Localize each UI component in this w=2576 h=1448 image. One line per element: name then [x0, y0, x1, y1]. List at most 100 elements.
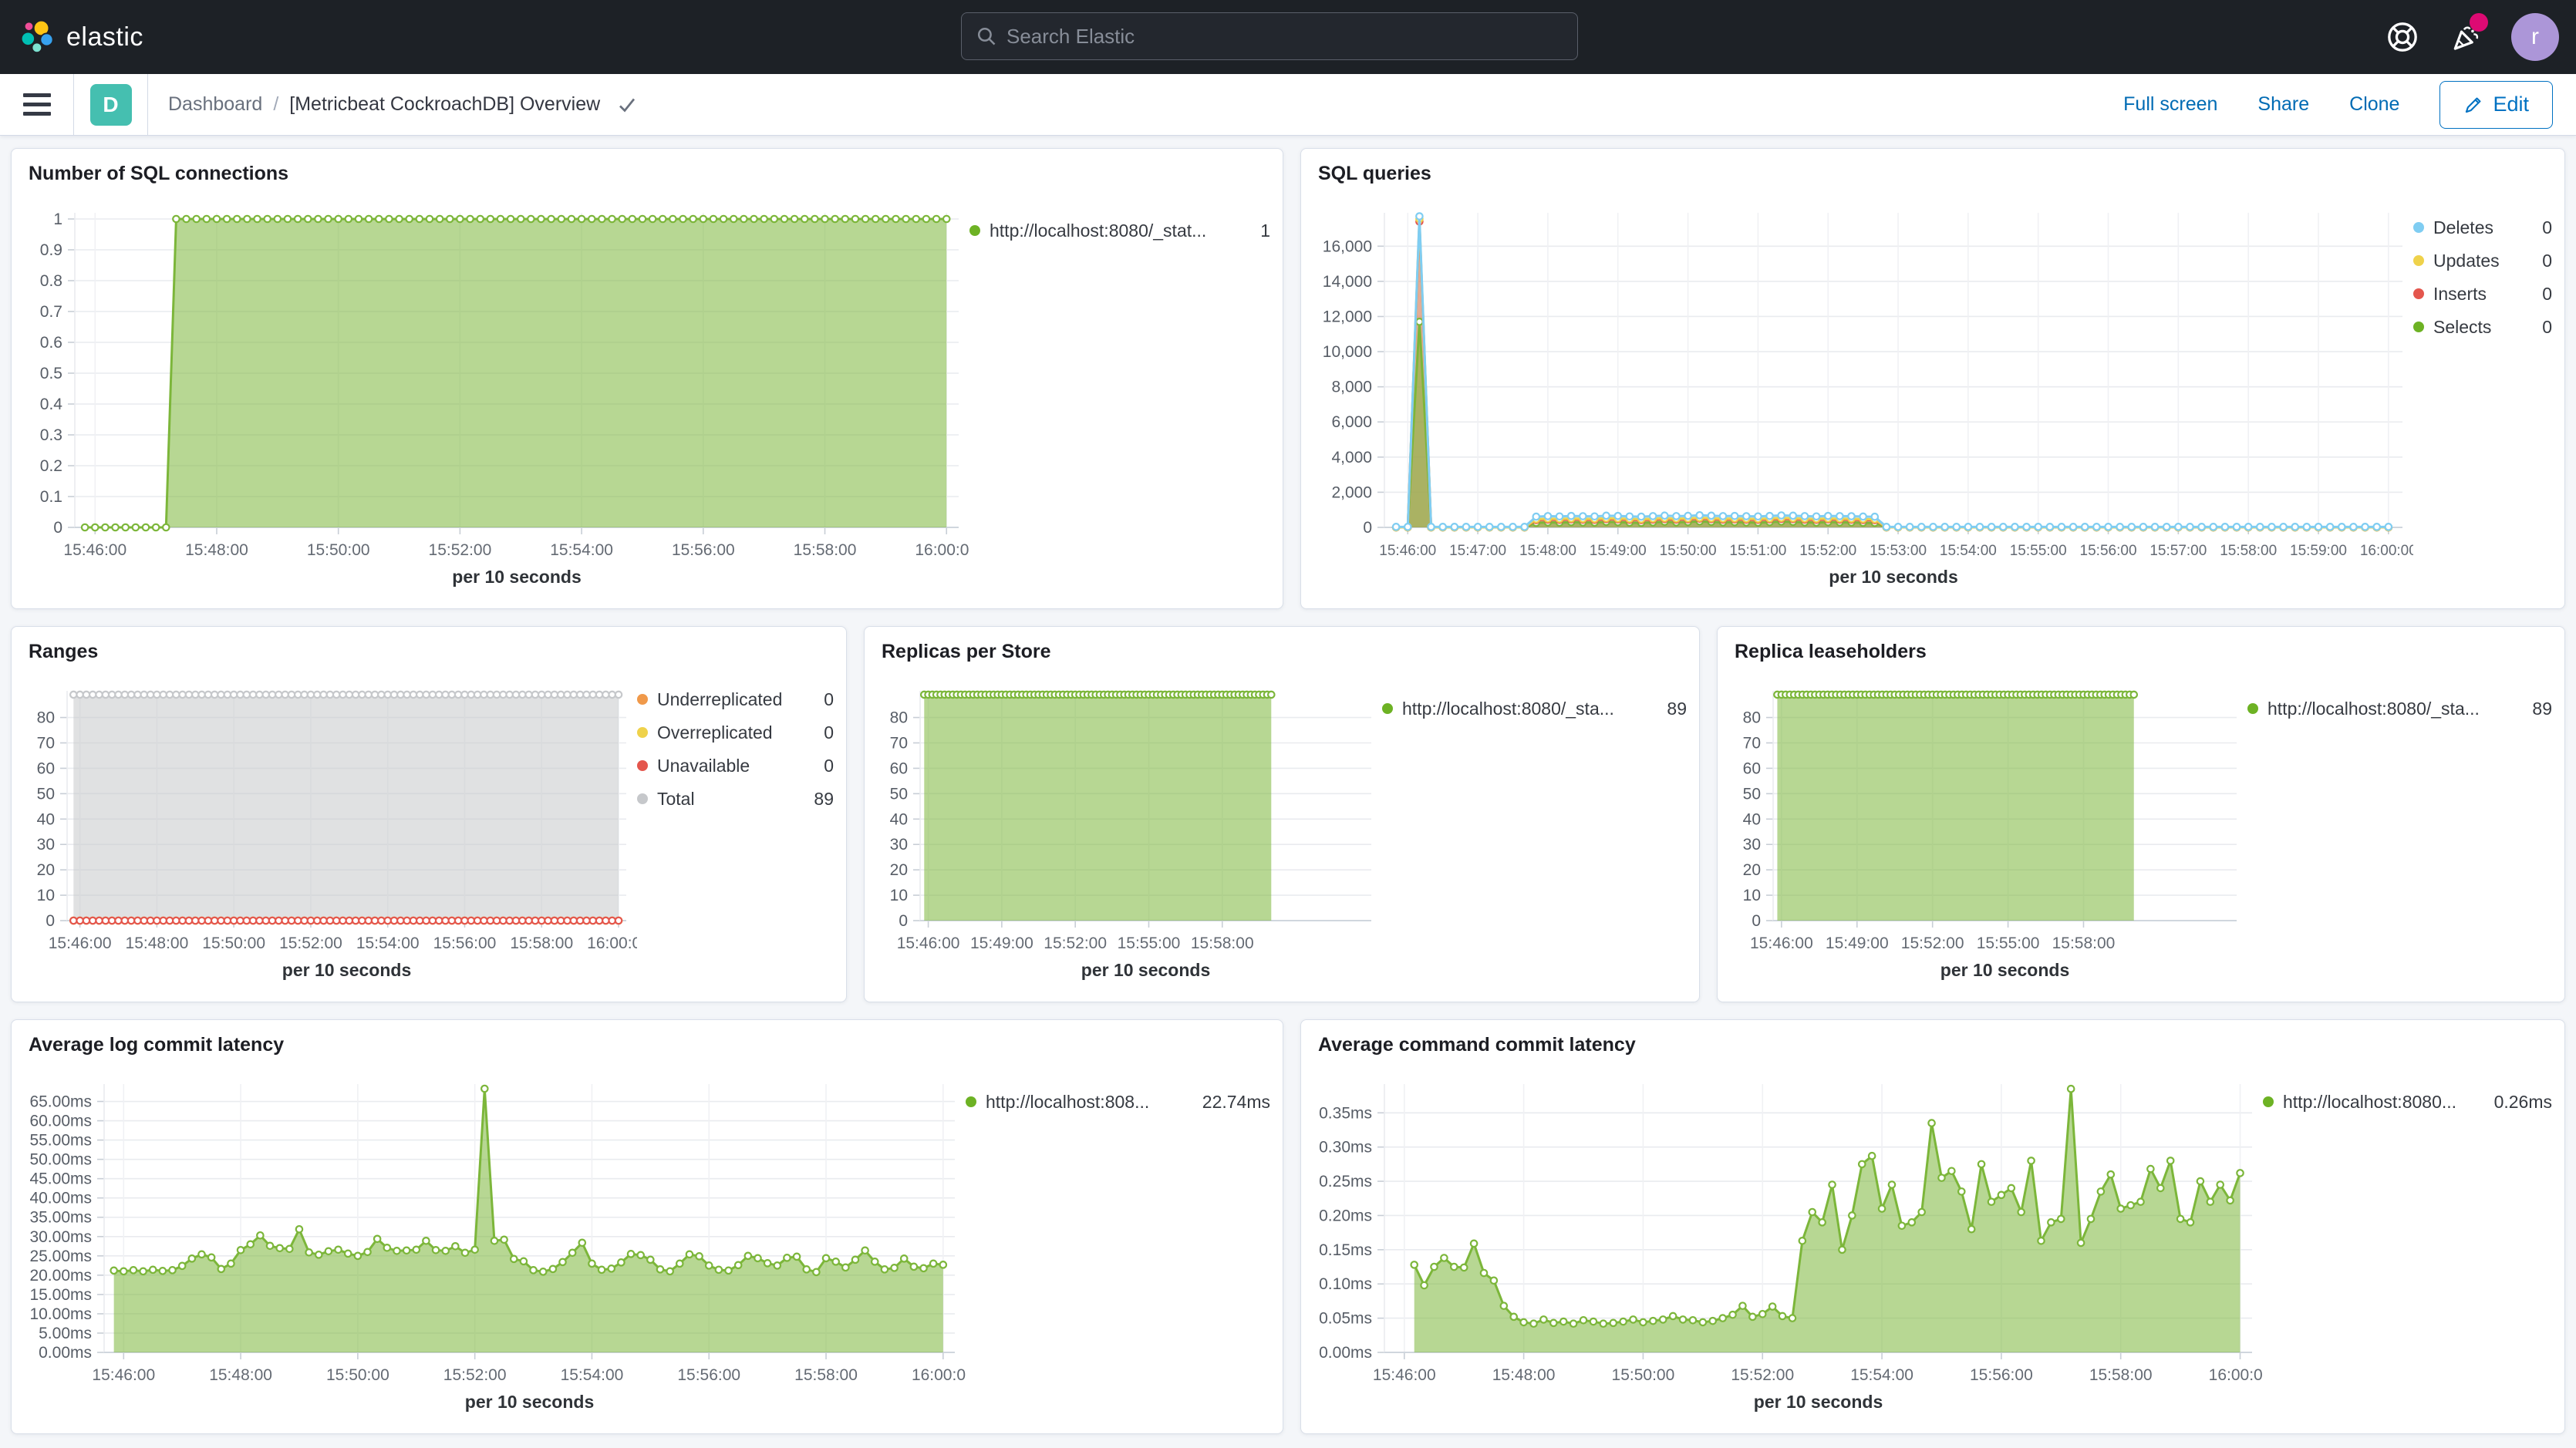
legend-color-dot	[637, 694, 648, 705]
svg-text:15:50:00: 15:50:00	[1612, 1366, 1675, 1384]
legend-item[interactable]: http://localhost:808... 22.74ms	[966, 1090, 1270, 1113]
svg-text:10.00ms: 10.00ms	[29, 1305, 92, 1323]
svg-text:15:50:00: 15:50:00	[1660, 543, 1717, 559]
svg-text:50: 50	[37, 785, 55, 803]
svg-text:35.00ms: 35.00ms	[29, 1209, 92, 1227]
svg-text:15:48:00: 15:48:00	[185, 541, 248, 559]
chart-legend: http://localhost:8080...0.26ms	[2263, 1061, 2552, 1423]
chart-legend: Underreplicated0 Overreplicated0 Unavailab…	[637, 668, 834, 992]
panel-sql-connections: Number of SQL connections 00.10.20.30.40…	[11, 148, 1283, 609]
legend-label: Updates	[2433, 249, 2531, 272]
chart-plot[interactable]: 0.00ms0.05ms0.10ms0.15ms0.20ms0.25ms0.30…	[1313, 1061, 2263, 1423]
svg-text:20: 20	[37, 861, 55, 879]
svg-text:15:46:00: 15:46:00	[49, 934, 112, 952]
panel-title: Ranges	[12, 627, 846, 668]
panel-ranges: Ranges 0102030405060708015:46:0015:48:00…	[11, 626, 847, 1002]
legend-item[interactable]: Deletes 0	[2413, 216, 2552, 239]
legend-value: 0.26ms	[2494, 1090, 2552, 1113]
user-avatar[interactable]: r	[2511, 13, 2559, 61]
svg-text:0: 0	[1752, 912, 1761, 930]
svg-text:0.8: 0.8	[40, 272, 62, 290]
legend-item[interactable]: Overreplicated0	[637, 721, 834, 744]
chart-plot[interactable]: 00.10.20.30.40.50.60.70.80.9115:46:0015:…	[24, 190, 969, 598]
svg-text:15:48:00: 15:48:00	[209, 1366, 272, 1384]
svg-text:80: 80	[890, 709, 908, 727]
svg-text:60: 60	[890, 759, 908, 777]
legend-color-dot	[2413, 255, 2424, 266]
chart-plot[interactable]: 0102030405060708015:46:0015:49:0015:52:0…	[1730, 668, 2247, 992]
svg-text:15:51:00: 15:51:00	[1729, 543, 1786, 559]
search-icon	[976, 25, 997, 47]
legend-item[interactable]: Selects0	[2413, 315, 2552, 338]
panel-avg-command-commit-latency: Average command commit latency 0.00ms0.0…	[1300, 1019, 2565, 1434]
svg-text:15:47:00: 15:47:00	[1449, 543, 1506, 559]
newsfeed-icon[interactable]	[2448, 19, 2483, 55]
share-link[interactable]: Share	[2257, 93, 2309, 116]
notification-badge	[2470, 13, 2488, 32]
clone-link[interactable]: Clone	[2349, 93, 2399, 116]
legend-item[interactable]: Underreplicated0	[637, 688, 834, 711]
svg-text:20: 20	[1743, 861, 1761, 879]
svg-text:0.2: 0.2	[40, 457, 62, 475]
edit-button-label: Edit	[2493, 93, 2529, 116]
svg-text:15:56:00: 15:56:00	[677, 1366, 740, 1384]
svg-text:15:56:00: 15:56:00	[433, 934, 497, 952]
legend-label: Selects	[2433, 315, 2531, 338]
menu-icon[interactable]	[0, 74, 74, 136]
svg-text:15:56:00: 15:56:00	[672, 541, 735, 559]
legend-value: 22.74ms	[1202, 1090, 1270, 1113]
chart-plot[interactable]: 02,0004,0006,0008,00010,00012,00014,0001…	[1313, 190, 2413, 598]
svg-text:0.9: 0.9	[40, 241, 62, 259]
svg-text:10,000: 10,000	[1323, 343, 1372, 361]
svg-text:15:55:00: 15:55:00	[1977, 934, 2040, 952]
elastic-logo[interactable]: elastic	[20, 19, 143, 55]
svg-text:15:56:00: 15:56:00	[1970, 1366, 2033, 1384]
legend-item[interactable]: http://localhost:8080/_sta...89	[2247, 697, 2552, 720]
chart-plot[interactable]: 0.00ms5.00ms10.00ms15.00ms20.00ms25.00ms…	[24, 1061, 966, 1423]
search-input[interactable]	[1006, 25, 1563, 49]
svg-text:per 10 seconds: per 10 seconds	[282, 960, 411, 980]
svg-text:30: 30	[37, 836, 55, 854]
chart-legend: http://localhost:8080/_stat...1	[969, 190, 1270, 598]
chart-plot[interactable]: 0102030405060708015:46:0015:49:0015:52:0…	[877, 668, 1382, 992]
help-icon[interactable]	[2385, 19, 2420, 55]
svg-text:70: 70	[890, 735, 908, 753]
legend-item[interactable]: Updates0	[2413, 249, 2552, 272]
svg-text:15:52:00: 15:52:00	[1901, 934, 1964, 952]
svg-text:0.35ms: 0.35ms	[1319, 1104, 1372, 1122]
svg-text:15:59:00: 15:59:00	[2290, 543, 2347, 559]
svg-text:15:52:00: 15:52:00	[429, 541, 492, 559]
edit-button[interactable]: Edit	[2439, 81, 2553, 129]
checkmark-icon[interactable]	[615, 93, 639, 116]
legend-item[interactable]: http://localhost:8080...0.26ms	[2263, 1090, 2552, 1113]
svg-text:50: 50	[890, 785, 908, 803]
legend-item[interactable]: http://localhost:8080/_stat...1	[969, 219, 1270, 242]
svg-text:15:46:00: 15:46:00	[1750, 934, 1813, 952]
legend-item[interactable]: Total89	[637, 787, 834, 810]
full-screen-link[interactable]: Full screen	[2123, 93, 2217, 116]
svg-text:15:54:00: 15:54:00	[1940, 543, 1997, 559]
legend-label: http://localhost:808...	[986, 1090, 1192, 1113]
svg-text:15:58:00: 15:58:00	[2052, 934, 2116, 952]
legend-label: Deletes	[2433, 216, 2531, 239]
breadcrumb-dashboard[interactable]: Dashboard	[168, 93, 262, 116]
global-search[interactable]	[961, 12, 1578, 60]
svg-text:20: 20	[890, 861, 908, 879]
legend-item[interactable]: Unavailable0	[637, 754, 834, 777]
dashboard-content: Number of SQL connections 00.10.20.30.40…	[0, 136, 2576, 1448]
svg-text:40.00ms: 40.00ms	[29, 1190, 92, 1207]
chart-legend: http://localhost:808... 22.74ms	[966, 1061, 1270, 1423]
svg-text:15:55:00: 15:55:00	[2010, 543, 2067, 559]
legend-color-dot	[2413, 288, 2424, 299]
legend-value: 0	[2542, 216, 2552, 239]
svg-text:15:52:00: 15:52:00	[443, 1366, 507, 1384]
legend-item[interactable]: http://localhost:8080/_sta...89	[1382, 697, 1687, 720]
dashboard-badge[interactable]: D	[90, 84, 132, 126]
legend-value: 89	[2532, 697, 2552, 720]
svg-text:16:00:00: 16:00:00	[912, 1366, 966, 1384]
chart-plot[interactable]: 0102030405060708015:46:0015:48:0015:50:0…	[24, 668, 637, 992]
svg-text:15:46:00: 15:46:00	[1379, 543, 1436, 559]
svg-text:per 10 seconds: per 10 seconds	[1081, 960, 1210, 980]
svg-text:40: 40	[1743, 810, 1761, 828]
legend-item[interactable]: Inserts0	[2413, 282, 2552, 305]
